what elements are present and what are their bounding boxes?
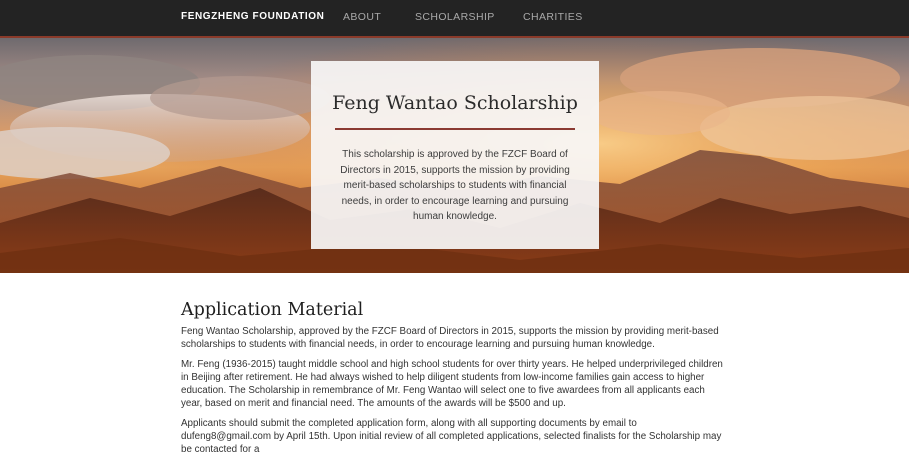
application-paragraph: Applicants should submit the completed a… (181, 418, 722, 455)
nav-link-scholarship[interactable]: SCHOLARSHIP (415, 11, 495, 23)
hero-title: Feng Wantao Scholarship (332, 92, 578, 114)
biography-paragraph: Mr. Feng (1936-2015) taught middle schoo… (181, 359, 723, 409)
section-heading: Application Material (181, 300, 364, 320)
nav-link-about[interactable]: ABOUT (343, 11, 381, 23)
brand-link[interactable]: FENGZHENG FOUNDATION (181, 11, 324, 22)
intro-paragraph: Feng Wantao Scholarship, approved by the… (181, 326, 719, 350)
nav-link-charities[interactable]: CHARITIES (523, 11, 583, 23)
title-divider (335, 128, 575, 130)
hero-info-card: Feng Wantao Scholarship This scholarship… (311, 61, 599, 249)
hero-banner: Feng Wantao Scholarship This scholarship… (0, 38, 909, 273)
top-navbar: FENGZHENG FOUNDATION ABOUT SCHOLARSHIP C… (0, 0, 909, 38)
hero-description: This scholarship is approved by the FZCF… (340, 149, 570, 222)
